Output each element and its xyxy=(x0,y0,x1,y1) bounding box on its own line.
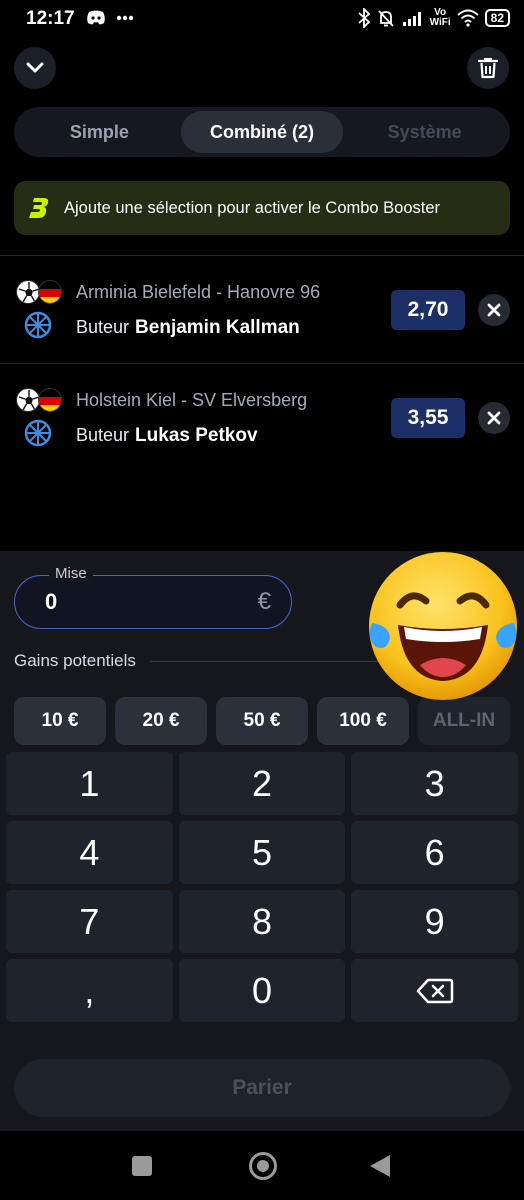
market-type: Buteur xyxy=(76,425,130,445)
tab-simple[interactable]: Simple xyxy=(18,111,181,153)
backspace-icon xyxy=(416,978,453,1003)
stake-label: Mise xyxy=(49,565,93,582)
key-8[interactable]: 8 xyxy=(178,890,346,953)
quick-stake-20[interactable]: 20 € xyxy=(115,697,207,745)
close-icon xyxy=(487,411,501,425)
combo-booster-banner: Ajoute une sélection pour activer le Com… xyxy=(14,181,510,235)
player-name: Benjamin Kallman xyxy=(135,317,300,338)
odds-badge[interactable]: 3,55 xyxy=(391,398,465,438)
system-navigation-bar xyxy=(0,1131,524,1200)
player-shirt-icon xyxy=(24,311,52,339)
key-1[interactable]: 1 xyxy=(6,752,173,815)
place-bet-button[interactable]: Parier xyxy=(14,1059,510,1117)
tab-combine[interactable]: Combiné (2) xyxy=(180,111,344,153)
germany-flag-icon xyxy=(38,280,62,304)
currency-symbol: € xyxy=(257,588,271,615)
chevron-down-icon xyxy=(26,62,44,73)
key-4[interactable]: 4 xyxy=(6,821,173,884)
collapse-button[interactable] xyxy=(14,47,56,89)
stake-input[interactable]: Mise 0 € xyxy=(14,565,292,629)
tab-systeme[interactable]: Système xyxy=(343,111,506,153)
soccer-ball-icon xyxy=(16,388,40,412)
remove-selection-button[interactable] xyxy=(478,402,510,434)
booster-message: Ajoute une sélection pour activer le Com… xyxy=(64,198,441,217)
sport-country-badges xyxy=(16,280,64,304)
back-button[interactable] xyxy=(370,1155,390,1177)
market-type: Buteur xyxy=(76,317,130,337)
market-line: Buteur Benjamin Kallman xyxy=(76,317,300,339)
signal-icon xyxy=(402,12,421,26)
stake-value: 0 xyxy=(45,589,58,614)
clear-betslip-button[interactable] xyxy=(467,47,509,89)
market-line: Buteur Lukas Petkov xyxy=(76,425,258,447)
sport-country-badges xyxy=(16,388,64,412)
key-backspace[interactable] xyxy=(351,959,518,1022)
key-5[interactable]: 5 xyxy=(178,821,346,884)
recents-button[interactable] xyxy=(132,1156,152,1176)
status-right-icons: Vo WiFi 82 xyxy=(358,8,510,28)
potential-gains-label: Gains potentiels xyxy=(14,651,136,670)
key-7[interactable]: 7 xyxy=(6,890,173,953)
quick-stake-10[interactable]: 10 € xyxy=(14,697,106,745)
selection-item: Arminia Bielefeld - Hanovre 96 Buteur Ben… xyxy=(0,256,524,364)
key-comma[interactable]: , xyxy=(6,959,173,1022)
status-left-icons xyxy=(86,10,134,26)
key-6[interactable]: 6 xyxy=(351,821,518,884)
key-0[interactable]: 0 xyxy=(178,959,346,1022)
quick-stake-50[interactable]: 50 € xyxy=(216,697,308,745)
status-bar: 12:17 Vo WiFi 82 xyxy=(0,0,524,40)
match-name: Holstein Kiel - SV Elversberg xyxy=(76,390,308,410)
trash-icon xyxy=(478,58,498,79)
key-2[interactable]: 2 xyxy=(178,752,346,815)
bet-type-tabs: Simple Combiné (2) Système xyxy=(14,107,510,157)
player-shirt-icon xyxy=(24,419,52,447)
laughing-tears-emoji-icon xyxy=(369,552,517,700)
key-9[interactable]: 9 xyxy=(351,890,518,953)
battery-indicator: 82 xyxy=(484,9,510,27)
player-name: Lukas Petkov xyxy=(135,425,258,446)
close-icon xyxy=(487,303,501,317)
remove-selection-button[interactable] xyxy=(478,294,510,326)
discord-icon xyxy=(87,10,105,25)
home-button[interactable] xyxy=(249,1152,277,1180)
more-icon xyxy=(116,15,134,21)
bluetooth-icon xyxy=(358,8,370,28)
status-time: 12:17 xyxy=(26,8,75,29)
germany-flag-icon xyxy=(38,388,62,412)
odds-badge[interactable]: 2,70 xyxy=(391,290,465,330)
match-name: Arminia Bielefeld - Hanovre 96 xyxy=(76,282,321,302)
booster-logo-icon xyxy=(29,198,49,218)
selection-item: Holstein Kiel - SV Elversberg Buteur Luka… xyxy=(0,364,524,472)
wifi-icon xyxy=(456,9,479,27)
key-3[interactable]: 3 xyxy=(351,752,518,815)
vowifi-indicator: Vo WiFi xyxy=(429,7,451,28)
mute-bell-icon xyxy=(377,10,394,27)
soccer-ball-icon xyxy=(16,280,40,304)
numeric-keypad: 1 2 3 4 5 6 7 8 9 , 0 xyxy=(6,752,518,1022)
